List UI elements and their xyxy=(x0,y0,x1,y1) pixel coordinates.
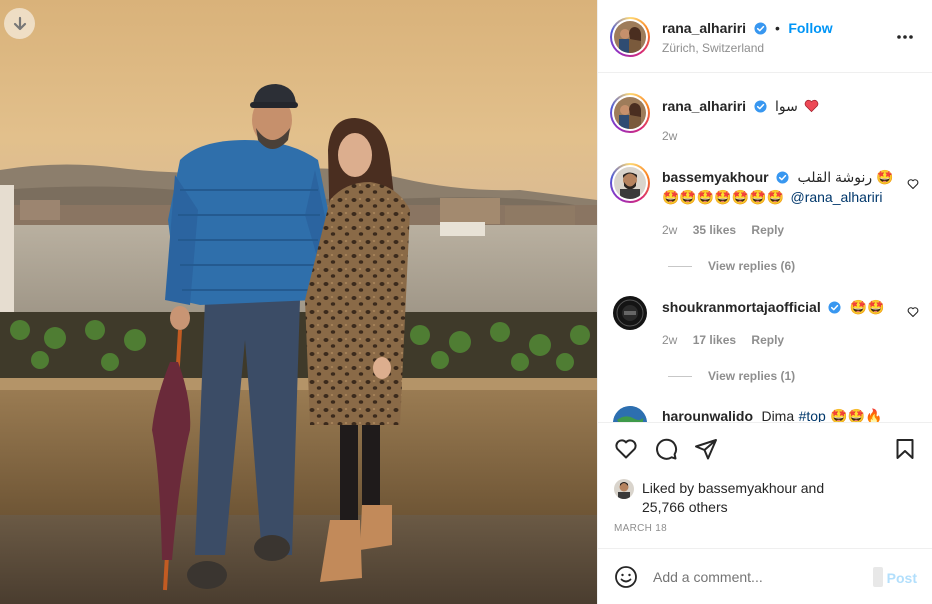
post-actions: Liked by bassemyakhour and 25,766 others… xyxy=(598,422,932,552)
caption-text: سوا xyxy=(774,98,798,114)
comment-time[interactable]: 2w xyxy=(662,223,677,237)
post-header: rana_alhariri • Follow Zürich, Switzerla… xyxy=(598,0,932,73)
verified-badge-icon xyxy=(753,22,767,35)
reply-button[interactable]: Reply xyxy=(751,333,784,347)
header-separator: • xyxy=(774,20,780,36)
commenter-username[interactable]: bassemyakhour xyxy=(662,169,769,185)
commenter-username[interactable]: shoukranmortajaofficial xyxy=(662,299,821,315)
scroll-handle xyxy=(873,567,883,587)
comment-hashtag[interactable]: #top xyxy=(799,408,826,422)
commenter-avatar[interactable] xyxy=(613,296,647,330)
liked-by-prefix: Liked by xyxy=(642,480,695,496)
download-button[interactable] xyxy=(4,8,35,39)
post-location[interactable]: Zürich, Switzerland xyxy=(662,41,764,55)
verified-badge-icon xyxy=(828,301,841,314)
red-heart-icon xyxy=(805,99,819,113)
more-horizontal-icon[interactable] xyxy=(895,27,915,47)
view-replies-label: View replies (1) xyxy=(708,369,796,383)
comments-list[interactable]: rana_alhariri سوا 2w bassemyakhour رنوشة… xyxy=(598,74,932,422)
photo-scene xyxy=(0,0,597,604)
comment-input[interactable] xyxy=(653,569,853,585)
comment-like-icon[interactable] xyxy=(907,178,919,190)
paper-plane-icon[interactable] xyxy=(694,437,718,461)
comment-icon[interactable] xyxy=(654,437,678,461)
comment-text: 🤩🤩 xyxy=(849,299,885,315)
comment-likes[interactable]: 35 likes xyxy=(693,223,736,237)
comment-text: Dima xyxy=(761,408,795,422)
post-date[interactable]: MARCH 18 xyxy=(614,523,667,534)
post-button[interactable]: Post xyxy=(887,570,917,586)
comment-time[interactable]: 2w xyxy=(662,333,677,347)
avatar-image xyxy=(614,21,646,53)
comment-emojis: 🤩🤩🤩🤩🤩🤩🤩 xyxy=(662,189,785,205)
liked-by-text: Liked by bassemyakhour and 25,766 others xyxy=(642,479,824,517)
verified-badge-icon xyxy=(776,171,789,184)
commenter-avatar[interactable] xyxy=(613,406,647,422)
commenter-avatar[interactable] xyxy=(610,163,650,203)
replies-divider xyxy=(668,375,692,377)
arrow-down-icon xyxy=(13,16,26,30)
add-comment-bar: Post xyxy=(598,548,932,604)
post-side-panel: rana_alhariri • Follow Zürich, Switzerla… xyxy=(597,0,932,604)
comment-text: رنوشة القلب 🤩 xyxy=(797,169,894,185)
author-username[interactable]: rana_alhariri xyxy=(662,20,746,36)
liked-by-avatar[interactable] xyxy=(614,479,634,499)
heart-icon[interactable] xyxy=(614,437,638,461)
view-replies-label: View replies (6) xyxy=(708,259,796,273)
comment-like-icon[interactable] xyxy=(907,306,919,318)
view-replies-button[interactable]: View replies (1) xyxy=(668,369,795,383)
replies-divider xyxy=(668,265,692,267)
view-replies-button[interactable]: View replies (6) xyxy=(668,259,795,273)
caption-time[interactable]: 2w xyxy=(662,129,677,143)
commenter-username[interactable]: harounwalido xyxy=(662,408,753,422)
caption-avatar[interactable] xyxy=(610,93,650,133)
verified-badge-icon xyxy=(753,100,767,113)
bookmark-icon[interactable] xyxy=(893,437,917,461)
liked-by-user[interactable]: bassemyakhour xyxy=(698,480,797,496)
comment-emojis: 🤩🤩🔥 xyxy=(830,408,883,422)
avatar-image xyxy=(616,299,644,327)
avatar-image xyxy=(614,167,646,199)
liked-by-count[interactable]: 25,766 others xyxy=(642,499,728,515)
author-avatar[interactable] xyxy=(610,17,650,57)
comment-mention[interactable]: @rana_alhariri xyxy=(790,189,882,205)
avatar-image xyxy=(613,406,647,422)
avatar-image xyxy=(614,479,634,499)
follow-button[interactable]: Follow xyxy=(788,20,832,36)
caption-username[interactable]: rana_alhariri xyxy=(662,98,746,114)
avatar-image xyxy=(614,97,646,129)
smiley-icon[interactable] xyxy=(614,565,638,589)
post-photo[interactable] xyxy=(0,0,597,604)
liked-by-and: and xyxy=(800,480,825,496)
comment-likes[interactable]: 17 likes xyxy=(693,333,736,347)
reply-button[interactable]: Reply xyxy=(751,223,784,237)
